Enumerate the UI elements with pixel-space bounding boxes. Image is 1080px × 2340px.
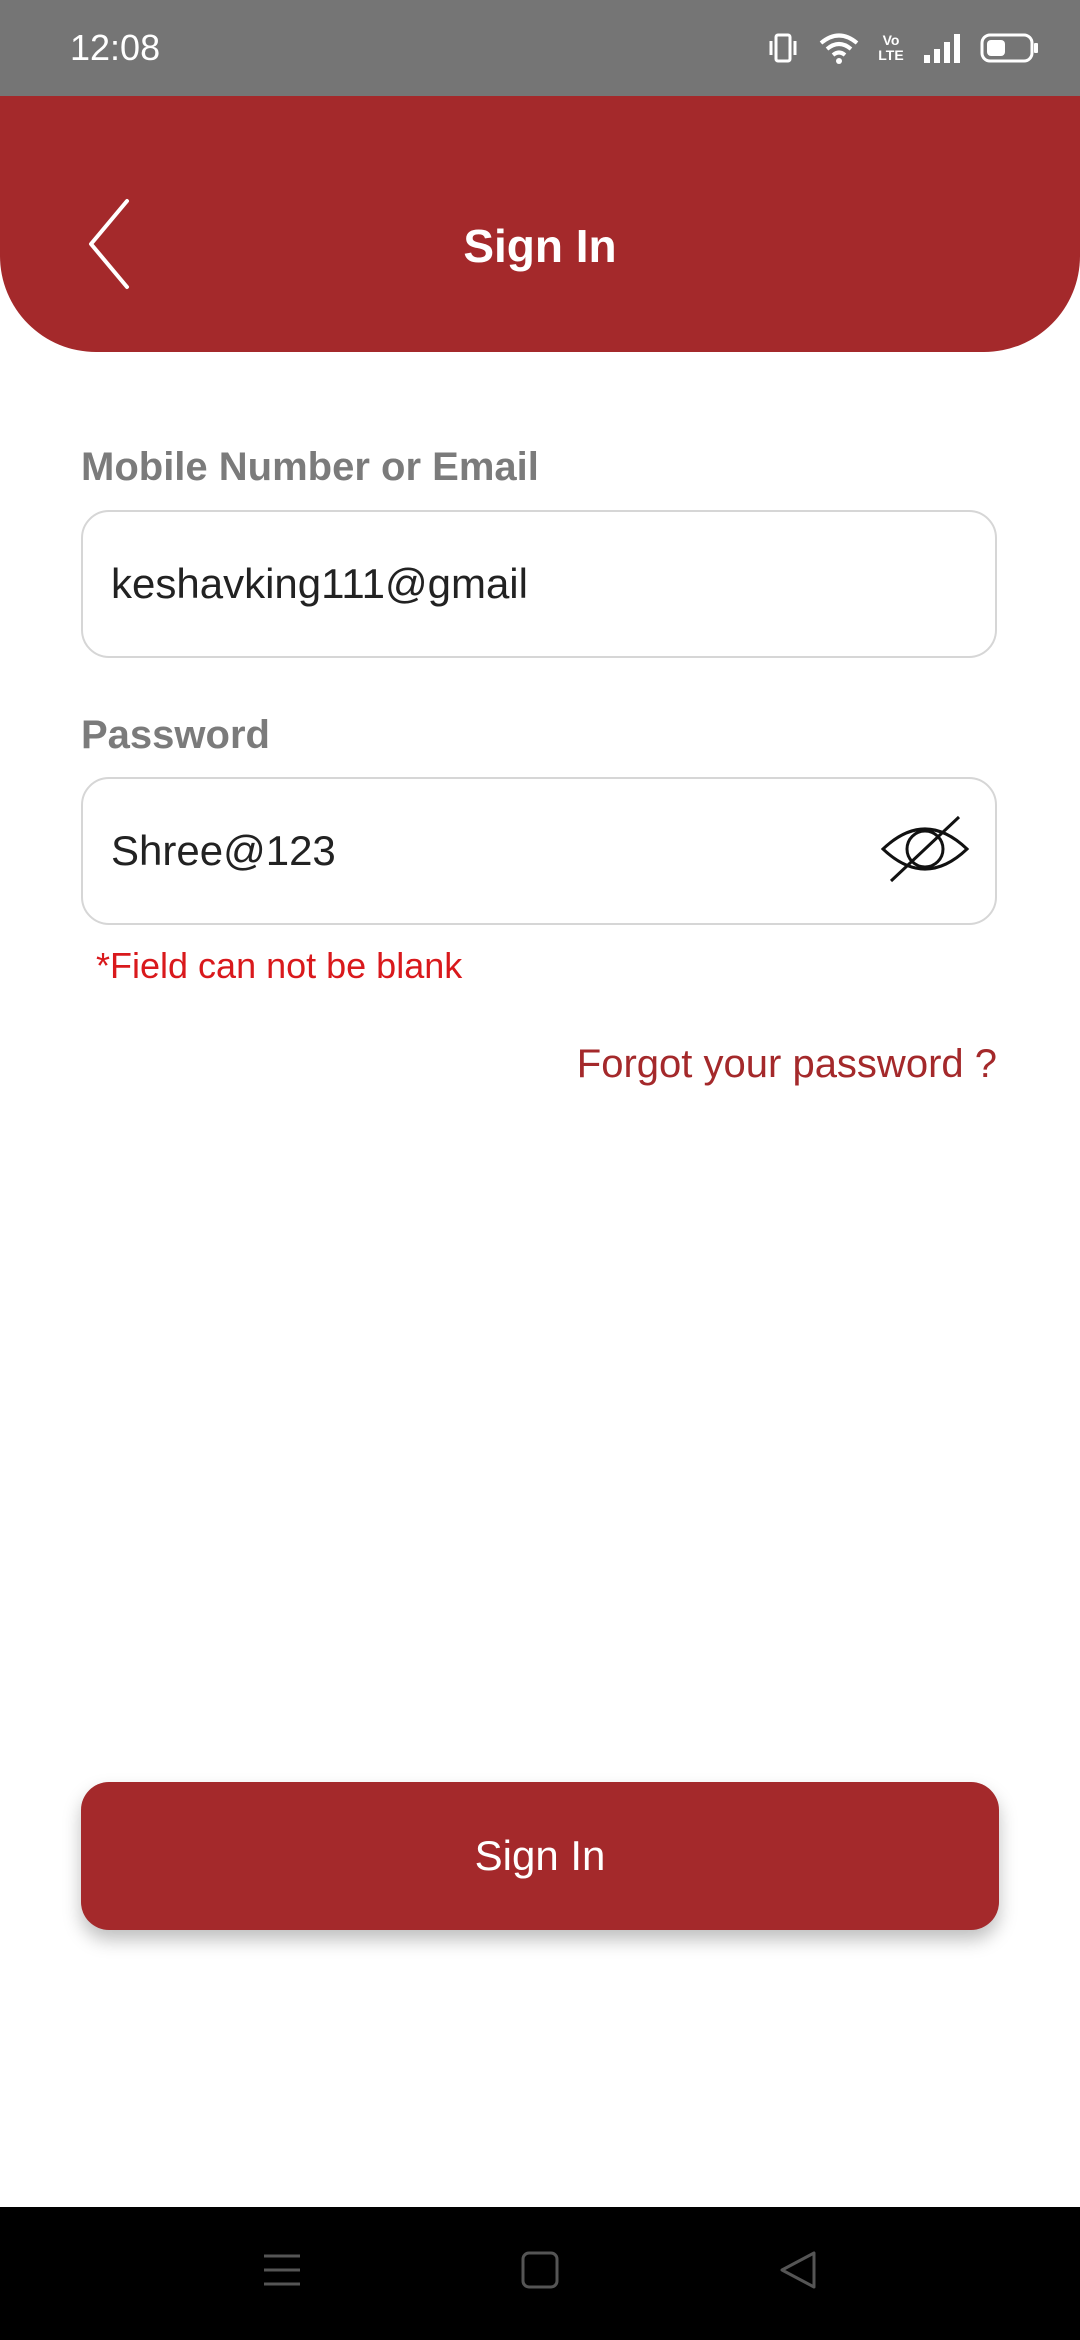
sign-in-button[interactable]: Sign In (81, 1782, 999, 1930)
page-title: Sign In (463, 220, 617, 272)
signal-icon (922, 31, 962, 65)
system-nav-bar (0, 2207, 1080, 2340)
volte-icon: Vo LTE (878, 33, 904, 63)
password-label: Password (81, 713, 270, 757)
password-visibility-toggle[interactable] (877, 815, 973, 887)
eye-off-icon (877, 813, 973, 890)
nav-back-button[interactable] (758, 2237, 838, 2307)
password-field[interactable] (111, 779, 871, 923)
forgot-password-link[interactable]: Forgot your password ? (577, 1038, 997, 1090)
password-field-container (81, 777, 997, 925)
back-triangle-icon (778, 2250, 818, 2295)
error-message: *Field can not be blank (96, 945, 463, 986)
battery-icon (980, 31, 1040, 65)
nav-menu-button[interactable] (242, 2237, 322, 2307)
menu-icon (262, 2250, 302, 2295)
email-field-container (81, 510, 997, 658)
email-field[interactable] (111, 512, 931, 656)
email-label: Mobile Number or Email (81, 445, 539, 489)
nav-home-button[interactable] (500, 2237, 580, 2307)
volte-label: Vo LTE (878, 32, 904, 63)
status-bar: 12:08 Vo LTE (0, 0, 1080, 96)
home-icon (520, 2250, 560, 2295)
vibrate-icon (766, 31, 800, 65)
status-time: 12:08 (70, 27, 161, 68)
status-icons: Vo LTE (766, 24, 1040, 72)
header: Sign In (0, 96, 1080, 352)
wifi-icon (818, 31, 860, 65)
